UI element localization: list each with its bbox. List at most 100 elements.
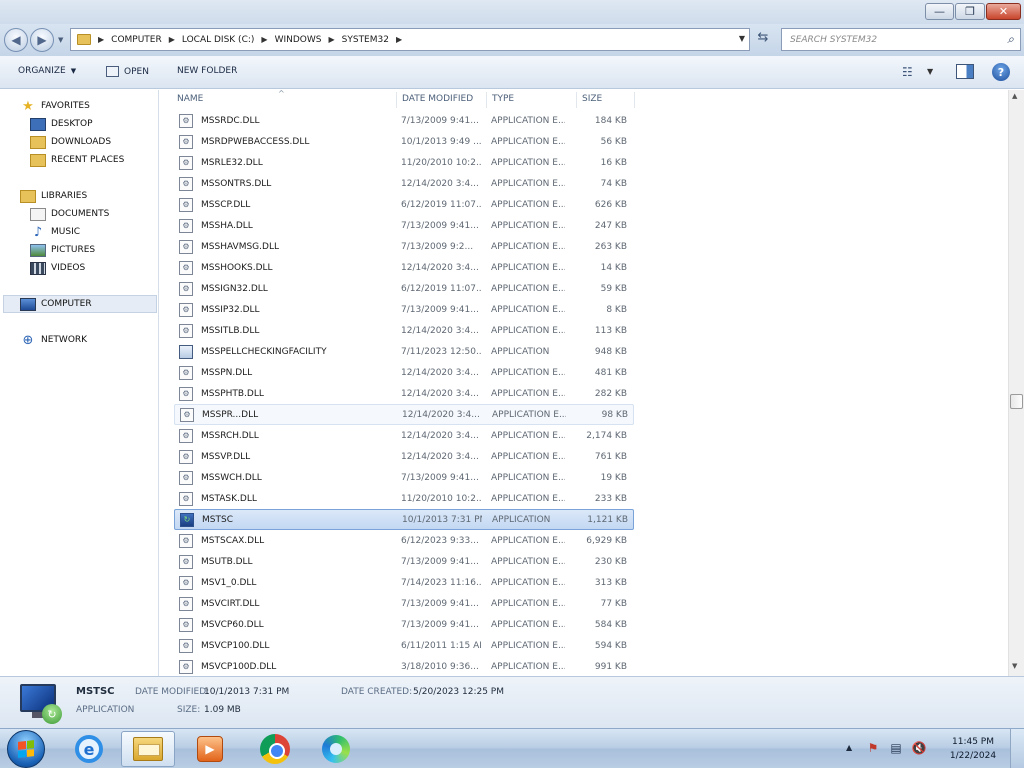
chevron-right-icon[interactable]: ▶	[328, 35, 334, 44]
file-row[interactable]: ⚙ msv1_0.dll 7/14/2023 11:16... Application…	[174, 572, 634, 593]
file-row[interactable]: ⚙ msspn.dll 12/14/2020 3:4... Application e…	[174, 362, 634, 383]
chevron-right-icon[interactable]: ▶	[396, 35, 402, 44]
back-arrow-icon: ◀	[11, 33, 21, 47]
sidebar-item-downloads[interactable]: Downloads	[30, 133, 111, 151]
sidebar-item-music[interactable]: ♪ Music	[30, 223, 80, 241]
new-folder-button[interactable]: New folder	[177, 66, 237, 76]
file-row[interactable]: ⚙ msswch.dll 7/13/2009 9:41... Application …	[174, 467, 634, 488]
column-divider[interactable]	[576, 92, 577, 108]
sidebar-favorites[interactable]: ★ Favorites	[20, 97, 90, 115]
sidebar-item-computer[interactable]: Computer	[20, 295, 92, 313]
column-header-date-modified[interactable]: Date modified	[402, 94, 473, 104]
change-view-button[interactable]: ☷	[902, 65, 913, 79]
breadcrumb-system32[interactable]: System32	[342, 35, 389, 45]
maximize-icon: ❐	[965, 5, 975, 18]
scrollbar-thumb[interactable]	[1010, 394, 1023, 409]
breadcrumb-local-disk[interactable]: Local Disk (C:)	[182, 35, 255, 45]
column-divider[interactable]	[634, 92, 635, 108]
chevron-right-icon[interactable]: ▶	[261, 35, 267, 44]
file-row[interactable]: ⚙ mssign32.dll 6/12/2019 11:07... Applicati…	[174, 278, 634, 299]
command-bar: Organize ▼ Open New folder ☷ ▼ ?	[0, 56, 1024, 89]
help-button[interactable]: ?	[992, 63, 1010, 81]
file-row[interactable]: ⚙ mssitlb.dll 12/14/2020 3:4... Application…	[174, 320, 634, 341]
file-name: msspn.dll	[201, 367, 253, 378]
sidebar-item-recent-places[interactable]: Recent Places	[30, 151, 124, 169]
sidebar-item-videos[interactable]: Videos	[30, 259, 85, 277]
search-icon[interactable]: ⌕	[1007, 32, 1014, 47]
file-row[interactable]: ⚙ msvcirt.dll 7/13/2009 9:41... Application…	[174, 593, 634, 614]
file-row[interactable]: ⚙ mssip32.dll 7/13/2009 9:41... Application…	[174, 299, 634, 320]
search-input[interactable]: Search System32 ⌕	[781, 28, 1021, 51]
address-bar[interactable]: ▶ Computer ▶ Local Disk (C:) ▶ Windows ▶…	[70, 28, 750, 51]
column-divider[interactable]	[396, 92, 397, 108]
file-row[interactable]: ⚙ msrdpwebaccess.dll 10/1/2013 9:49 ... App…	[174, 131, 634, 152]
forward-button[interactable]: ▶	[30, 28, 54, 52]
taskbar-media-player[interactable]: ▶	[183, 731, 237, 767]
sidebar-item-pictures[interactable]: Pictures	[30, 241, 95, 259]
start-button[interactable]	[7, 730, 45, 768]
column-header-size[interactable]: Size	[582, 94, 602, 104]
file-row[interactable]: MsSpellCheckingFacility 7/11/2023 12:50..…	[174, 341, 634, 362]
sidebar-item-desktop[interactable]: Desktop	[30, 115, 93, 133]
file-row[interactable]: ⚙ mstscax.dll 6/12/2023 9:33... Application…	[174, 530, 634, 551]
file-row[interactable]: ⚙ msspr...dll 12/14/2020 3:4... Application…	[174, 404, 634, 425]
open-button[interactable]: Open	[106, 66, 149, 77]
file-row[interactable]: ⚙ mssrch.dll 12/14/2020 3:4... Application …	[174, 425, 634, 446]
file-row[interactable]: ⚙ msshooks.dll 12/14/2020 3:4... Applicatio…	[174, 257, 634, 278]
file-date-modified: 6/12/2019 11:07...	[401, 283, 481, 294]
file-row[interactable]: ⚙ msrle32.dll 11/20/2010 10:2... Applicatio…	[174, 152, 634, 173]
organize-button[interactable]: Organize ▼	[18, 66, 76, 76]
file-name: MsSpellCheckingFacility	[201, 346, 327, 357]
file-name: msv1_0.dll	[201, 577, 257, 588]
column-header-type[interactable]: Type	[492, 94, 514, 104]
vertical-scrollbar[interactable]: ▲ ▼	[1008, 90, 1024, 676]
chevron-right-icon[interactable]: ▶	[169, 35, 175, 44]
taskbar-windows-explorer[interactable]	[121, 731, 175, 767]
recent-pages-dropdown[interactable]: ▼	[58, 36, 63, 44]
file-row[interactable]: ⚙ mstask.dll 11/20/2010 10:2... Application…	[174, 488, 634, 509]
sidebar-item-network[interactable]: ⊕ Network	[20, 331, 88, 349]
address-history-dropdown[interactable]: ▼	[739, 34, 745, 43]
file-row[interactable]: ⚙ mssha.dll 7/13/2009 9:41... Application e…	[174, 215, 634, 236]
sidebar-item-documents[interactable]: Documents	[30, 205, 109, 223]
close-button[interactable]: ✕	[986, 3, 1021, 20]
breadcrumb-windows[interactable]: Windows	[275, 35, 322, 45]
preview-pane-button[interactable]	[956, 64, 974, 79]
breadcrumb-computer[interactable]: Computer	[111, 35, 162, 45]
system-clock[interactable]: 11:45 PM 1/22/2024	[948, 735, 998, 763]
file-name: mstask.dll	[201, 493, 257, 504]
column-header-name[interactable]: Name	[177, 94, 203, 104]
show-desktop-button[interactable]	[1010, 729, 1024, 768]
minimize-button[interactable]: —	[925, 3, 954, 20]
taskbar-chrome[interactable]	[248, 731, 302, 767]
close-icon: ✕	[998, 5, 1009, 18]
volume-muted-icon[interactable]: 🔇	[912, 741, 927, 755]
file-row[interactable]: ⚙ msscp.dll 6/12/2019 11:07... Application …	[174, 194, 634, 215]
file-row[interactable]: ⚙ msvcp100d.dll 3/18/2010 9:36... Applicati…	[174, 656, 634, 676]
file-row[interactable]: ⚙ mssphtb.dll 12/14/2020 3:4... Application…	[174, 383, 634, 404]
file-row[interactable]: ⚙ mssoNtrs.dll 12/14/2020 3:4... Applicatio…	[174, 173, 634, 194]
refresh-button[interactable]: ⇆	[752, 30, 774, 50]
scroll-up-icon[interactable]: ▲	[1012, 92, 1017, 100]
sidebar-libraries[interactable]: Libraries	[20, 187, 87, 205]
taskbar-edge[interactable]	[309, 731, 363, 767]
taskbar-internet-explorer[interactable]: e	[62, 731, 116, 767]
file-row[interactable]: ⚙ msutb.dll 7/13/2009 9:41... Application e…	[174, 551, 634, 572]
file-row[interactable]: ↻ mstsc 10/1/2013 7:31 PM Application 1,121 …	[174, 509, 634, 530]
file-row[interactable]: ⚙ mssvp.dll 12/14/2020 3:4... Application e…	[174, 446, 634, 467]
back-button[interactable]: ◀	[4, 28, 28, 52]
file-row[interactable]: ⚙ msvcp100.dll 6/11/2011 1:15 AM Applicatio…	[174, 635, 634, 656]
column-divider[interactable]	[486, 92, 487, 108]
view-options-dropdown[interactable]: ▼	[927, 67, 933, 76]
maximize-button[interactable]: ❐	[955, 3, 985, 20]
scroll-down-icon[interactable]: ▼	[1012, 662, 1017, 670]
network-status-icon[interactable]: ▤	[889, 741, 903, 755]
file-date-modified: 6/11/2011 1:15 AM	[401, 640, 481, 651]
details-date-created: 5/20/2023 12:25 PM	[413, 687, 504, 697]
windows-logo-icon	[18, 740, 34, 758]
action-center-flag-icon[interactable]: ⚑	[866, 741, 880, 755]
file-row[interactable]: ⚙ msshavmsg.dll 7/13/2009 9:2... Applicatio…	[174, 236, 634, 257]
file-row[interactable]: ⚙ msvcp60.dll 7/13/2009 9:41... Application…	[174, 614, 634, 635]
file-row[interactable]: ⚙ mssrdc.dll 7/13/2009 9:41... Application …	[174, 110, 634, 131]
show-hidden-icons-button[interactable]: ▲	[846, 743, 852, 752]
